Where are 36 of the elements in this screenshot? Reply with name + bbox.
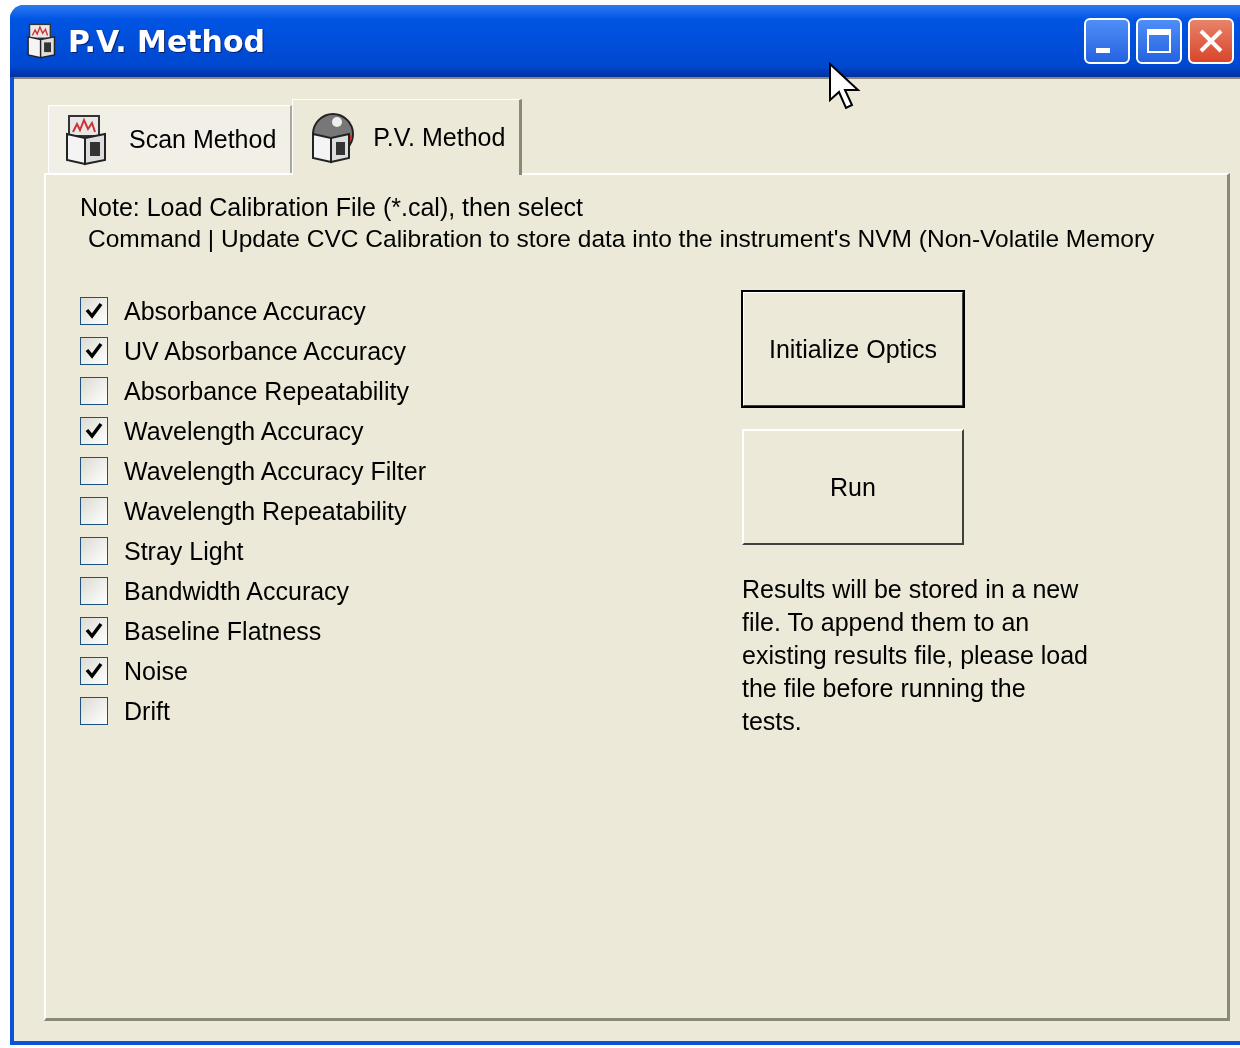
checkbox[interactable] bbox=[80, 377, 108, 405]
checkbox-label[interactable]: Absorbance Accuracy bbox=[124, 296, 366, 326]
minimize-button[interactable] bbox=[1084, 18, 1130, 64]
checkbox-label[interactable]: Baseline Flatness bbox=[124, 616, 322, 646]
checkbox-label[interactable]: UV Absorbance Accuracy bbox=[124, 336, 407, 366]
checkbox[interactable] bbox=[80, 537, 108, 565]
window-title: P.V. Method bbox=[68, 23, 267, 59]
checkbox[interactable] bbox=[80, 697, 108, 725]
checkbox-label[interactable]: Wavelength Accuracy bbox=[124, 416, 364, 446]
maximize-icon bbox=[1145, 27, 1173, 55]
checkbox[interactable] bbox=[80, 297, 108, 325]
checkbox[interactable] bbox=[80, 417, 108, 445]
initialize-button[interactable]: Initialize Optics bbox=[742, 291, 964, 407]
checkbox[interactable] bbox=[80, 457, 108, 485]
checkbox[interactable] bbox=[80, 337, 108, 365]
checkbox[interactable] bbox=[80, 577, 108, 605]
checkbox-label[interactable]: Wavelength Accuracy Filter bbox=[124, 456, 426, 486]
checkbox-label[interactable]: Absorbance Repeatability bbox=[124, 376, 409, 406]
close-button[interactable] bbox=[1188, 18, 1234, 64]
run-button[interactable]: Run bbox=[742, 429, 964, 545]
results-note: Results will be stored in a new file. To append them to an existing results file, please load the file before running the tests. bbox=[742, 574, 1090, 737]
checkbox-label[interactable]: Bandwidth Accuracy bbox=[124, 576, 350, 606]
note-text: Note: Load Calibration File (*.cal), then select bbox=[80, 192, 585, 223]
checkbox[interactable] bbox=[80, 657, 108, 685]
maximize-button[interactable] bbox=[1136, 18, 1182, 64]
tab[interactable]: P.V. Method bbox=[292, 99, 523, 175]
checkbox[interactable] bbox=[80, 617, 108, 645]
checkbox-label[interactable]: Stray Light bbox=[124, 536, 244, 566]
minimize-icon bbox=[1096, 47, 1110, 53]
checkbox-label[interactable]: Noise bbox=[124, 656, 188, 686]
checkbox-label[interactable]: Wavelength Repeatability bbox=[124, 496, 407, 526]
checkbox[interactable] bbox=[80, 497, 108, 525]
checkbox-label[interactable]: Drift bbox=[124, 696, 170, 726]
note-text: Command | Update CVC Calibration to store data into the instrument's NVM (Non-Volatile Memory bbox=[87, 224, 1156, 254]
tab[interactable]: Scan Method bbox=[48, 105, 293, 173]
close-icon bbox=[1197, 27, 1225, 55]
